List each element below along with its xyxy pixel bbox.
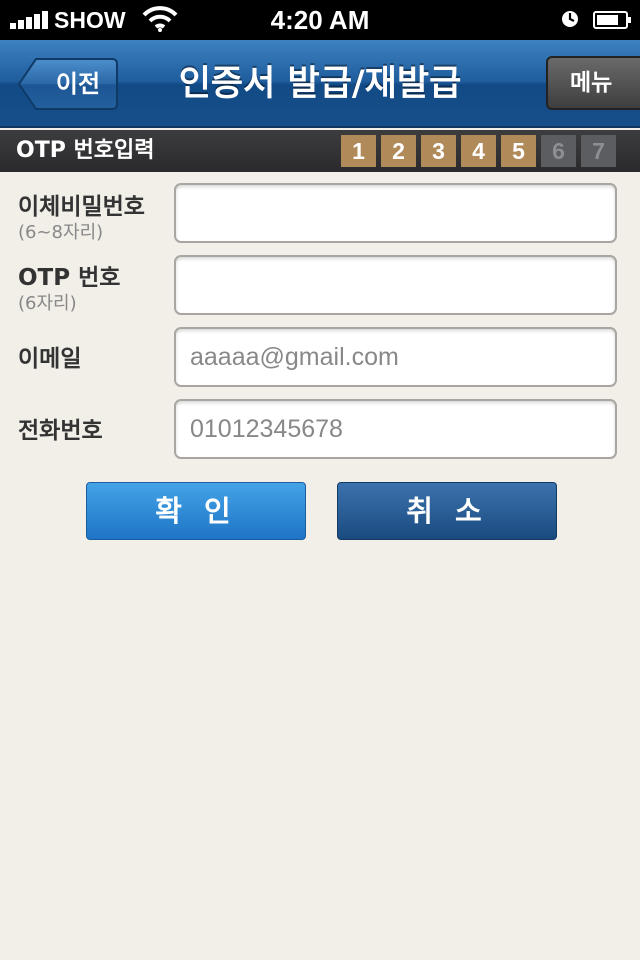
otp-label: OTP 번호: [18, 265, 121, 291]
status-bar: SHOW 4:20 AM: [0, 0, 640, 40]
otp-input[interactable]: [174, 255, 617, 315]
back-button-label: 이전: [55, 70, 101, 98]
step-4: 4: [461, 135, 496, 167]
step-3: 3: [421, 135, 456, 167]
email-label: 이메일: [18, 346, 82, 372]
transfer-password-label: 이체비밀번호: [18, 194, 145, 220]
back-button[interactable]: 이전: [18, 58, 118, 110]
step-2: 2: [381, 135, 416, 167]
rotation-lock-icon: [562, 11, 578, 27]
email-field[interactable]: aaaaa@gmail.com: [174, 327, 617, 387]
clock: 4:20 AM: [270, 5, 370, 35]
transfer-password-hint: (6~8자리): [18, 222, 104, 243]
step-6: 6: [541, 135, 576, 167]
step-bar: OTP 번호입력 1 2 3 4 5 6 7: [0, 130, 640, 172]
battery-icon: [593, 11, 631, 29]
nav-bar: 이전 인증서 발급/재발급 메뉴: [0, 40, 640, 128]
phone-label: 전화번호: [18, 418, 103, 444]
phone-field[interactable]: 01012345678: [174, 399, 617, 459]
step-7: 7: [581, 135, 616, 167]
confirm-button[interactable]: 확 인: [86, 482, 306, 540]
transfer-password-input[interactable]: [174, 183, 617, 243]
otp-hint: (6자리): [18, 293, 77, 314]
step-1: 1: [341, 135, 376, 167]
step-title: OTP 번호입력: [16, 138, 155, 163]
step-5: 5: [501, 135, 536, 167]
cancel-button[interactable]: 취 소: [337, 482, 557, 540]
page-title: 인증서 발급/재발급: [178, 64, 462, 104]
menu-button[interactable]: 메뉴: [546, 56, 640, 110]
